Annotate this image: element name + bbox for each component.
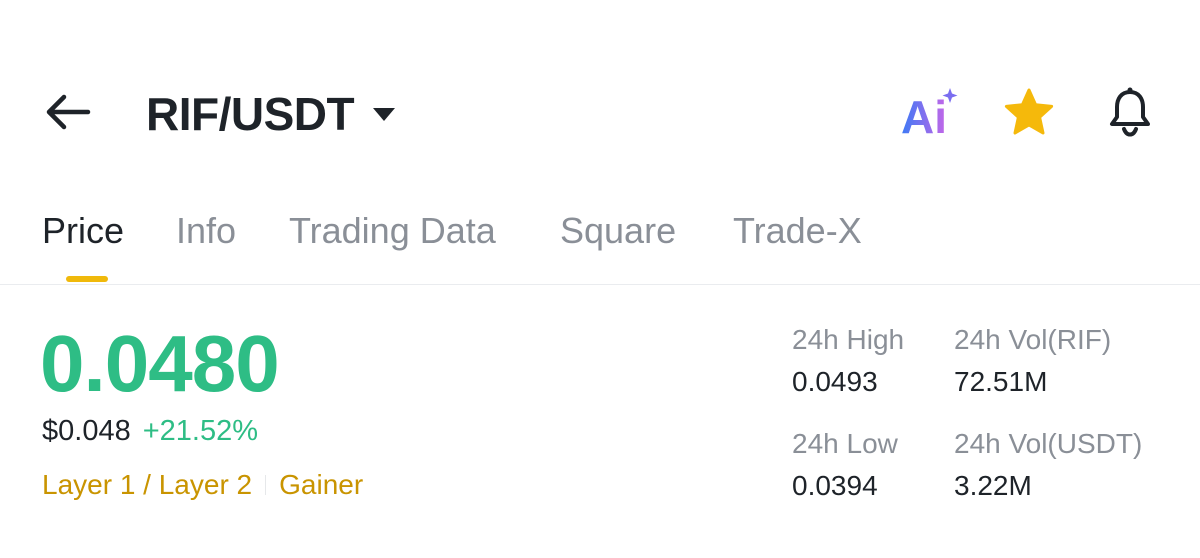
- stat-vol-base-value: 72.51M: [954, 366, 1048, 397]
- svg-text:Ai: Ai: [901, 91, 947, 138]
- caret-down-icon: [373, 108, 396, 121]
- favorite-button[interactable]: [1002, 87, 1056, 139]
- tab-price[interactable]: Price: [42, 210, 124, 252]
- ai-icon: Ai: [901, 88, 958, 143]
- tag-divider: [265, 475, 267, 495]
- back-button[interactable]: [40, 88, 96, 136]
- pair-selector[interactable]: RIF/USDT: [146, 88, 396, 140]
- gainer-tag[interactable]: Gainer: [279, 468, 363, 502]
- star-icon: [1004, 88, 1054, 135]
- stat-high-label: 24h High: [792, 324, 905, 355]
- price-summary: $0.048 +21.52%: [42, 414, 258, 448]
- stat-vol-quote-label: 24h Vol(USDT): [954, 428, 1143, 459]
- fiat-price: $0.048: [42, 415, 131, 447]
- tag-row: Layer 1 / Layer 2 Gainer: [42, 468, 363, 502]
- tab-trading-data[interactable]: Trading Data: [289, 210, 496, 252]
- stat-vol-base-label: 24h Vol(RIF): [954, 324, 1112, 355]
- alert-button[interactable]: [1102, 84, 1158, 140]
- stat-low-label: 24h Low: [792, 428, 898, 459]
- stat-high-value: 0.0493: [792, 366, 878, 397]
- active-tab-indicator: [66, 276, 108, 282]
- price-change-percent: +21.52%: [142, 415, 258, 447]
- category-tag[interactable]: Layer 1 / Layer 2: [42, 468, 252, 502]
- pair-title: RIF/USDT: [146, 88, 355, 140]
- tab-info[interactable]: Info: [176, 210, 236, 252]
- tab-trade-x[interactable]: Trade-X: [733, 210, 862, 252]
- bell-icon: [1110, 87, 1150, 137]
- last-price: 0.0480: [40, 319, 280, 408]
- tab-bar: Price Info Trading Data Square Trade-X: [0, 200, 1200, 285]
- ai-button[interactable]: Ai: [900, 86, 960, 143]
- tab-square[interactable]: Square: [560, 210, 676, 252]
- arrow-left-icon: [46, 94, 91, 130]
- stat-low-value: 0.0394: [792, 470, 878, 501]
- stat-vol-quote-value: 3.22M: [954, 470, 1032, 501]
